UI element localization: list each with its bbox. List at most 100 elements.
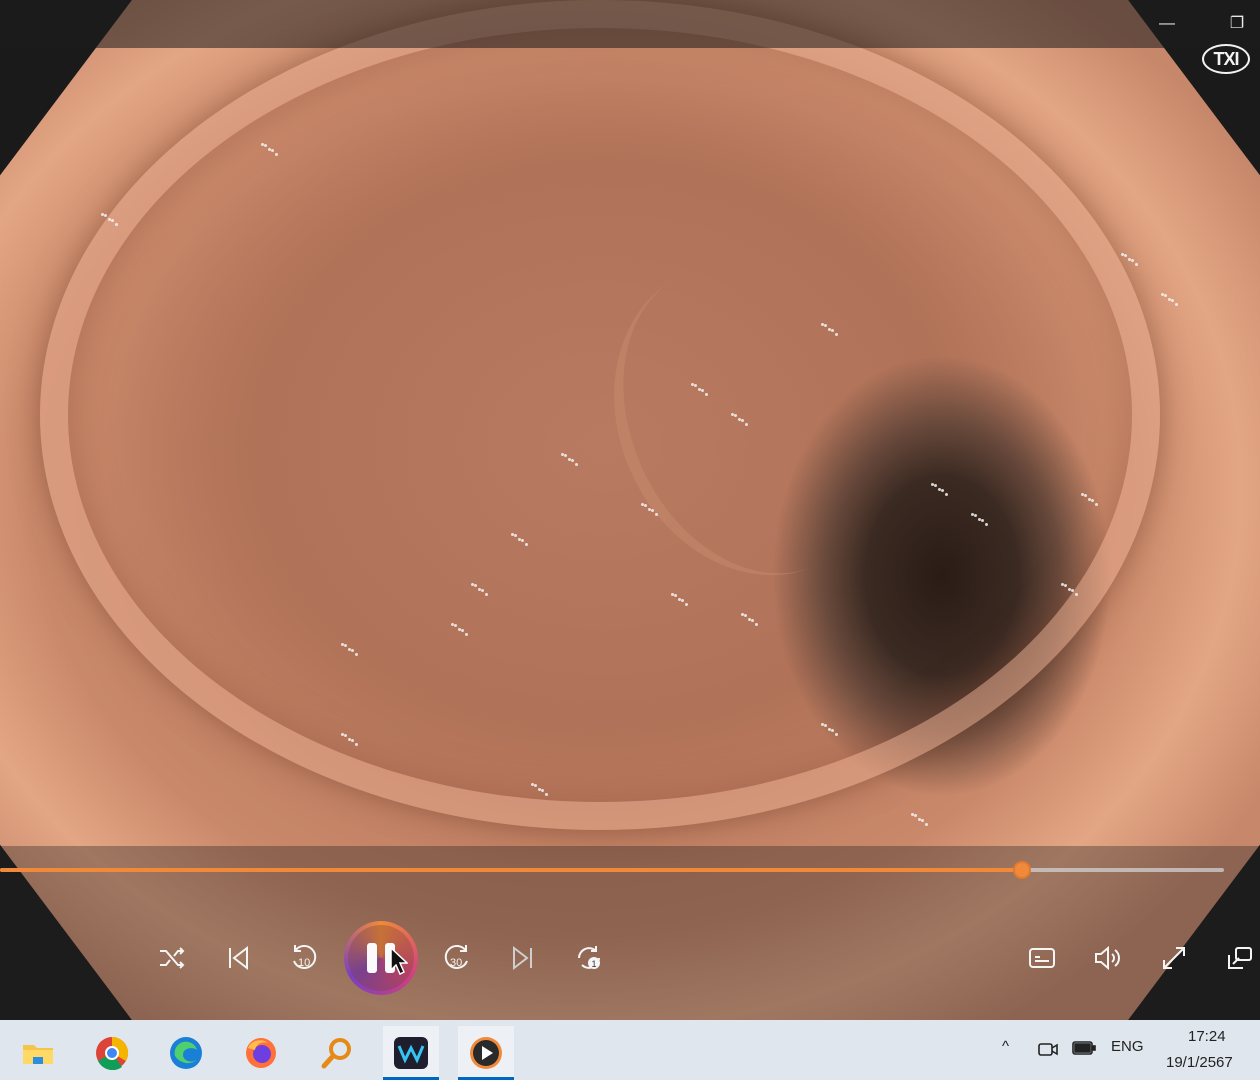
- colon-fold-ring: [40, 0, 1160, 830]
- specular-highlight: [1124, 254, 1127, 257]
- specular-highlight: [831, 729, 834, 732]
- specular-highlight: [644, 504, 647, 507]
- shuffle-button[interactable]: [152, 938, 192, 978]
- specular-highlight: [485, 593, 488, 596]
- fullscreen-button[interactable]: [1154, 938, 1194, 978]
- repeat-button[interactable]: 1: [569, 938, 609, 978]
- specular-highlight: [271, 149, 274, 152]
- captions-button[interactable]: [1022, 938, 1062, 978]
- seek-bar-thumb[interactable]: [1013, 861, 1031, 879]
- chrome-icon: [96, 1036, 129, 1070]
- specular-highlight: [351, 649, 354, 652]
- language-indicator[interactable]: ENG: [1111, 1038, 1144, 1055]
- specular-highlight: [264, 144, 267, 147]
- search-magnifier-icon: [321, 1038, 351, 1069]
- specular-highlight: [1091, 499, 1094, 502]
- specular-highlight: [1084, 494, 1087, 497]
- specular-highlight: [701, 389, 704, 392]
- specular-highlight: [111, 219, 114, 222]
- specular-highlight: [355, 653, 358, 656]
- specular-highlight: [474, 584, 477, 587]
- specular-highlight: [651, 509, 654, 512]
- battery-icon[interactable]: [1071, 1038, 1097, 1058]
- mouse-cursor-icon: [390, 947, 408, 975]
- specular-highlight: [914, 814, 917, 817]
- specular-highlight: [755, 623, 758, 626]
- clock-date[interactable]: 19/1/2567: [1166, 1054, 1233, 1071]
- specular-highlight: [655, 513, 658, 516]
- taskbar-chrome[interactable]: [84, 1026, 140, 1080]
- specular-highlight: [744, 614, 747, 617]
- specular-highlight: [694, 384, 697, 387]
- next-button[interactable]: [503, 938, 543, 978]
- specular-highlight: [981, 519, 984, 522]
- specular-highlight: [1095, 503, 1098, 506]
- specular-highlight: [521, 539, 524, 542]
- specular-highlight: [1135, 263, 1138, 266]
- specular-highlight: [1175, 303, 1178, 306]
- specular-highlight: [1075, 593, 1078, 596]
- taskbar-file-explorer[interactable]: [10, 1026, 66, 1080]
- volume-button[interactable]: [1088, 938, 1128, 978]
- taskbar-wondershare[interactable]: [383, 1026, 439, 1080]
- camera-icon[interactable]: [1037, 1038, 1059, 1060]
- specular-highlight: [1164, 294, 1167, 297]
- taskbar: ^ ENG: [0, 1020, 1260, 1080]
- taskbar-media-player[interactable]: [458, 1026, 514, 1080]
- mini-player-button[interactable]: [1220, 938, 1260, 978]
- specular-highlight: [1064, 584, 1067, 587]
- firefox-icon: [246, 1038, 276, 1068]
- seek-bar-progress: [0, 868, 1022, 872]
- skip-back-button[interactable]: 10: [284, 938, 324, 978]
- specular-highlight: [344, 734, 347, 737]
- svg-text:30: 30: [450, 957, 462, 969]
- specular-highlight: [355, 743, 358, 746]
- skip-back-10-icon: 10: [293, 944, 317, 969]
- shuffle-icon: [160, 947, 185, 969]
- specular-highlight: [985, 523, 988, 526]
- minimize-button[interactable]: —: [1152, 10, 1182, 38]
- specular-highlight: [454, 624, 457, 627]
- tray-overflow-chevron[interactable]: ^: [1002, 1038, 1009, 1055]
- taskbar-firefox[interactable]: [233, 1026, 289, 1080]
- specular-highlight: [275, 153, 278, 156]
- svg-text:1: 1: [592, 959, 597, 969]
- specular-highlight: [734, 414, 737, 417]
- previous-icon: [229, 945, 248, 971]
- specular-highlight: [1131, 259, 1134, 262]
- specular-highlight: [461, 629, 464, 632]
- specular-highlight: [941, 489, 944, 492]
- specular-highlight: [835, 333, 838, 336]
- specular-highlight: [974, 514, 977, 517]
- specular-highlight: [824, 724, 827, 727]
- txi-overlay-badge: TXI: [1202, 44, 1250, 74]
- specular-highlight: [745, 423, 748, 426]
- mini-player-icon: [1228, 947, 1252, 969]
- specular-highlight: [945, 493, 948, 496]
- clock-time[interactable]: 17:24: [1188, 1028, 1226, 1045]
- specular-highlight: [741, 419, 744, 422]
- specular-highlight: [115, 223, 118, 226]
- restore-button[interactable]: ❐: [1222, 10, 1252, 38]
- specular-highlight: [534, 784, 537, 787]
- fullscreen-icon: [1163, 947, 1185, 969]
- specular-highlight: [685, 603, 688, 606]
- specular-highlight: [705, 393, 708, 396]
- taskbar-edge[interactable]: [158, 1026, 214, 1080]
- specular-highlight: [344, 644, 347, 647]
- previous-button[interactable]: [218, 938, 258, 978]
- specular-highlight: [1171, 299, 1174, 302]
- specular-highlight: [835, 733, 838, 736]
- specular-highlight: [831, 329, 834, 332]
- edge-icon: [170, 1037, 202, 1069]
- specular-highlight: [514, 534, 517, 537]
- skip-forward-button[interactable]: 30: [437, 938, 477, 978]
- next-icon: [513, 945, 532, 971]
- pause-icon: [367, 943, 377, 973]
- specular-highlight: [681, 599, 684, 602]
- specular-highlight: [545, 793, 548, 796]
- specular-highlight: [571, 459, 574, 462]
- taskbar-search-app[interactable]: [309, 1026, 365, 1080]
- control-bar: [0, 846, 1260, 1020]
- captions-icon: [1029, 948, 1055, 968]
